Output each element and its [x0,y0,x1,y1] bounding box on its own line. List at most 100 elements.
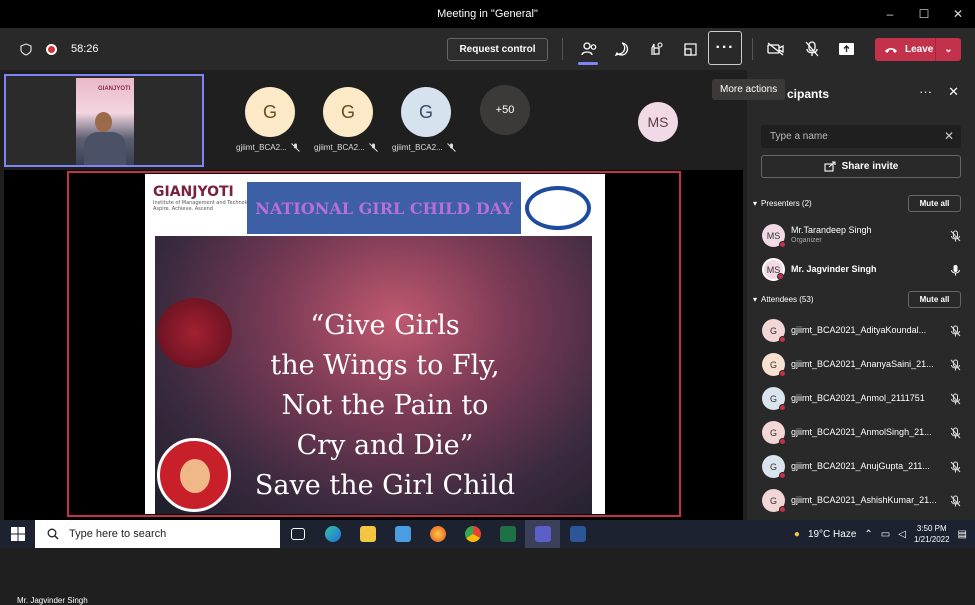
self-view-video[interactable]: GIANJYOTI [4,74,204,167]
windows-start-button[interactable] [0,520,35,548]
slide-banner: NATIONAL GIRL CHILD DAY [247,182,521,234]
mic-icon [951,265,960,276]
attendee-name: gjiimt_BCA2021_AshishKumar_21... [791,495,937,505]
chevron-down-icon[interactable]: ⌄ [936,44,961,55]
presenter-avatar[interactable]: MS [638,102,678,142]
self-video-brand: GIANJYOTI [98,86,131,92]
excel-icon[interactable] [490,520,525,548]
participant-name: gjiimt_BCA2... [392,143,443,152]
presenters-count: Presenters (2) [761,199,812,208]
attendee-row[interactable]: G gjiimt_BCA2021_AshishKumar_21... [762,486,967,516]
panel-more-icon[interactable]: ··· [919,84,932,100]
clear-search-icon[interactable]: ✕ [944,129,954,143]
avatar: G [762,319,786,343]
task-view-icon[interactable] [280,520,315,548]
rose-image [157,298,232,368]
notifications-icon[interactable]: ▤ [958,529,967,540]
request-control-button[interactable]: Request control [447,38,548,61]
edge-icon[interactable] [315,520,350,548]
volume-icon[interactable]: ◁ [898,529,906,540]
share-invite-button[interactable]: Share invite [761,155,961,178]
window-title: Meeting in "General" [437,8,538,20]
chevron-up-icon[interactable]: ⌃ [864,529,872,540]
close-icon[interactable]: ✕ [948,84,959,100]
word-icon[interactable] [560,520,595,548]
participant-tile-label: gjiimt_BCA2... [392,143,456,152]
person-head [95,112,112,132]
attendee-row[interactable]: G gjiimt_BCA2021_AnmolSingh_21... [762,418,967,448]
participant-avatar[interactable]: G [401,87,451,137]
attendees-section-header[interactable]: ▾ Attendees (53) [753,295,814,304]
file-explorer-icon[interactable] [350,520,385,548]
mic-off-icon [290,143,300,152]
nss-emblem [525,186,591,230]
weather-icon: ● [793,528,800,540]
participant-avatar[interactable]: G [245,87,295,137]
rooms-icon[interactable] [678,38,702,60]
taskbar-search-box[interactable]: Type here to search [35,520,280,548]
mute-all-presenters-button[interactable]: Mute all [908,195,961,212]
presenter-name: Mr.Tarandeep Singh [791,225,872,235]
avatar: G [762,455,786,479]
weather-text[interactable]: 19°C Haze [808,529,856,540]
mic-off-icon [950,461,961,473]
avatar: MS [762,224,786,248]
more-actions-button[interactable]: ··· [708,31,742,65]
windows-icon [10,527,25,541]
more-actions-tooltip: More actions [712,79,786,100]
meeting-toolbar: 58:26 Request control ··· Leave ⌄ [0,28,975,70]
attendee-row[interactable]: G gjiimt_BCA2021_AnujGupta_211... [762,452,967,482]
close-window-button[interactable]: ✕ [941,0,975,28]
person-body [84,132,126,165]
share-invite-label: Share invite [841,161,899,172]
teams-icon[interactable] [525,520,560,548]
mic-off-icon [368,143,378,152]
mic-off-icon [950,427,961,439]
system-tray: ● 19°C Haze ⌃ ▭ ◁ 3:50 PM 1/21/2022 ▤ [794,520,975,548]
meeting-stage: GIANJYOTI G gjiimt_BCA2... G gjiimt_BCA2… [0,70,747,605]
attendee-row[interactable]: G gjiimt_BCA2021_Anmol_2111751 [762,384,967,414]
firefox-icon[interactable] [420,520,455,548]
mic-off-icon[interactable] [800,38,824,60]
minimize-button[interactable]: – [873,0,907,28]
participant-name: gjiimt_BCA2... [236,143,287,152]
mic-off-icon [950,359,961,371]
presenters-section-header[interactable]: ▾ Presenters (2) [753,199,812,208]
reactions-icon[interactable] [644,38,668,60]
quote-line: the Wings to Fly, [270,350,500,381]
participants-icon[interactable] [577,38,601,60]
leave-button[interactable]: Leave ⌄ [875,38,961,61]
store-icon[interactable] [385,520,420,548]
speaker-name-label: Mr. Jagvinder Singh [17,596,88,605]
avatar: G [762,421,786,445]
overflow-participants-button[interactable]: +50 [480,85,530,135]
presenter-row[interactable]: MS Mr. Jagvinder Singh [762,255,967,285]
avatar: G [762,489,786,513]
participant-search-input[interactable]: Type a name ✕ [761,125,961,148]
slide-banner-text: NATIONAL GIRL CHILD DAY [255,198,513,218]
taskbar-clock[interactable]: 3:50 PM 1/21/2022 [914,523,950,545]
title-bar: Meeting in "General" – ☐ ✕ [0,0,975,28]
window-controls: – ☐ ✕ [873,0,975,28]
presenter-row[interactable]: MS Mr.Tarandeep Singh Organizer [762,221,967,251]
maximize-button[interactable]: ☐ [907,0,941,28]
participant-avatar[interactable]: G [323,87,373,137]
attendee-name: gjiimt_BCA2021_Anmol_2111751 [791,393,925,403]
network-icon[interactable]: ▭ [881,529,890,540]
attendee-name: gjiimt_BCA2021_AnmolSingh_21... [791,427,932,437]
chat-icon[interactable] [610,38,634,60]
attendee-row[interactable]: G gjiimt_BCA2021_AdityaKoundal... [762,316,967,346]
share-tray-icon[interactable] [834,38,858,60]
screen-share-frame: GIANJYOTI Institute of Management and Te… [67,171,681,517]
shield-icon [20,42,32,56]
chrome-icon[interactable] [455,520,490,548]
phone-hangup-icon [885,47,897,53]
leave-label: Leave [905,44,934,55]
chevron-down-icon: ▾ [753,295,758,304]
self-video-feed: GIANJYOTI [76,78,134,165]
share-icon [824,161,836,172]
mute-all-attendees-button[interactable]: Mute all [908,291,961,308]
mic-off-icon [950,325,961,337]
camera-off-icon[interactable] [764,38,788,60]
attendee-row[interactable]: G gjiimt_BCA2021_AnanyaSaini_21... [762,350,967,380]
